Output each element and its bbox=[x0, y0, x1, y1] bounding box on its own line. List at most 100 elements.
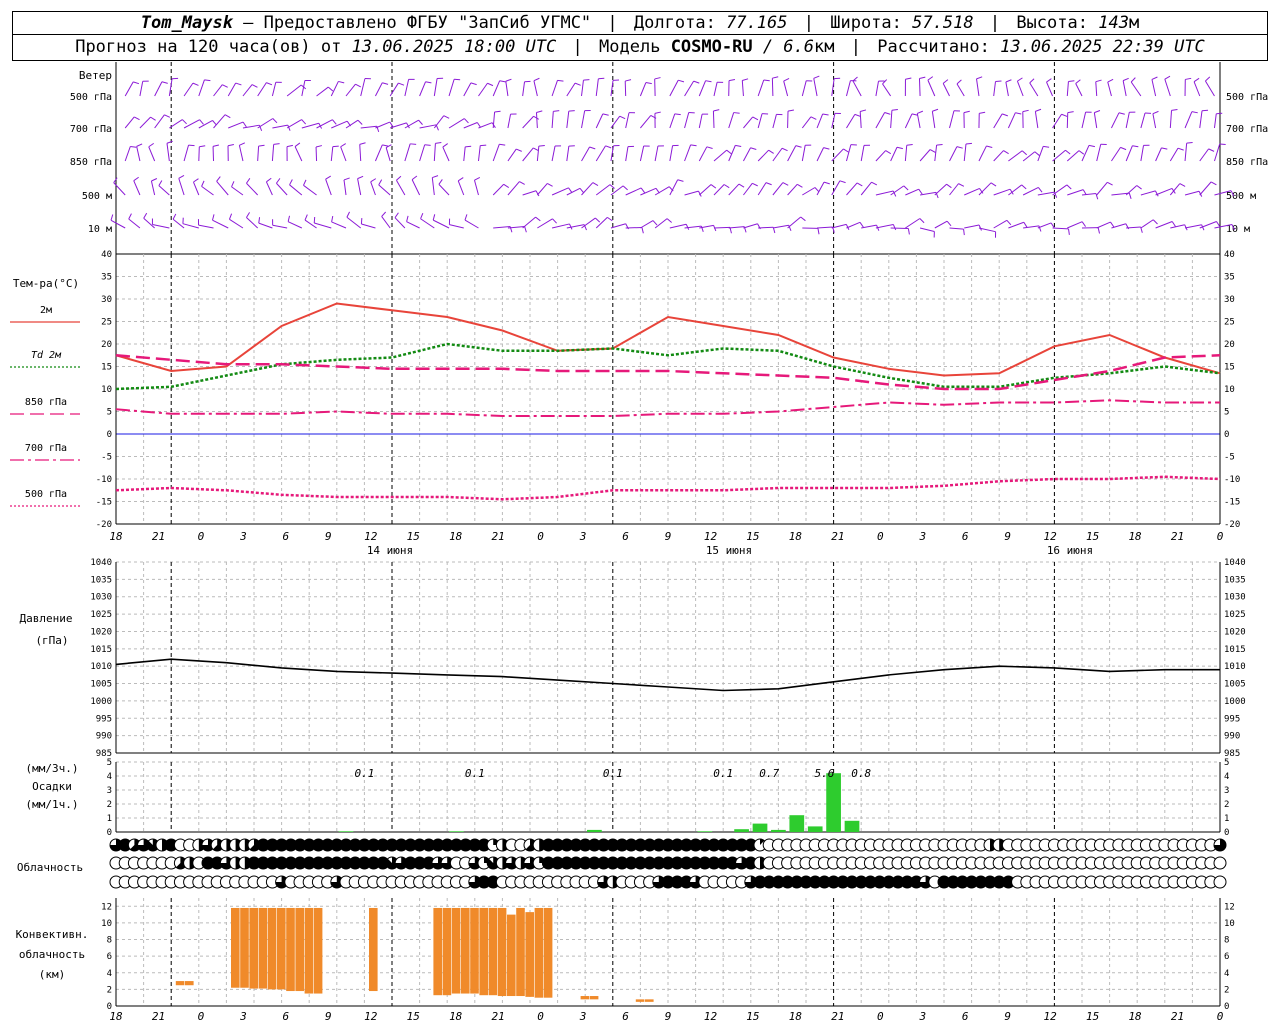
pres-ytick-left: 1020 bbox=[90, 627, 112, 637]
wind-barb-feather bbox=[823, 147, 830, 150]
wind-barb-feather bbox=[823, 181, 830, 185]
wind-barb-feather bbox=[1161, 147, 1168, 150]
wind-barb-feather bbox=[1152, 110, 1159, 115]
wind-barb-feather bbox=[1171, 109, 1178, 111]
wind-barb-feather bbox=[965, 142, 973, 145]
wind-barb-shaft bbox=[463, 122, 478, 129]
wind-barb-feather bbox=[1002, 113, 1008, 117]
wind-barb-feather bbox=[150, 116, 156, 121]
pres-ytick-left: 1025 bbox=[90, 610, 112, 620]
wind-barb-shaft bbox=[1199, 221, 1217, 229]
conv-ytick-right: 0 bbox=[1224, 1002, 1229, 1012]
wind-barb-feather bbox=[1095, 79, 1102, 83]
wind-barb-feather bbox=[1210, 181, 1217, 186]
wind-barb-feather bbox=[199, 145, 206, 148]
wind-barb-feather bbox=[1050, 222, 1055, 229]
wind-barb-shaft bbox=[315, 146, 318, 162]
wind-barb-shaft bbox=[916, 113, 921, 129]
wind-barb-shaft bbox=[193, 181, 200, 196]
wind-barb-shaft bbox=[1096, 221, 1111, 229]
conv-xtick: 12 bbox=[1044, 1010, 1058, 1023]
pres-ytick-left: 1040 bbox=[90, 558, 112, 568]
wind-barb-feather bbox=[398, 82, 405, 86]
wind-barb-feather bbox=[289, 179, 293, 186]
wind-barb-shaft bbox=[289, 184, 303, 196]
temp-ytick-left: -15 bbox=[96, 498, 112, 508]
conv-xtick: 21 bbox=[152, 1010, 165, 1023]
wind-barb-shaft bbox=[713, 184, 725, 196]
temp-ytick-right: -20 bbox=[1224, 520, 1240, 530]
wind-barb-feather bbox=[946, 220, 952, 227]
model-res-unit: км bbox=[814, 37, 835, 57]
conv-xtick: 9 bbox=[1004, 1010, 1011, 1023]
wind-barb-feather bbox=[1034, 151, 1040, 156]
wind-barb-feather bbox=[882, 79, 888, 85]
wind-barb-shaft bbox=[133, 180, 141, 196]
wind-barb-shaft bbox=[1095, 81, 1098, 97]
wind-barb-feather bbox=[645, 82, 652, 85]
temp-legend-label: 500 гПа bbox=[25, 489, 67, 500]
wind-barb-feather bbox=[406, 215, 409, 222]
wind-barb-feather bbox=[979, 111, 986, 114]
wind-barb-shaft bbox=[918, 78, 921, 97]
wind-barb-shaft bbox=[581, 182, 594, 196]
wind-barb-shaft bbox=[419, 124, 437, 129]
wind-barb-shaft bbox=[698, 184, 712, 196]
wind-barb-feather bbox=[338, 80, 345, 84]
alt-unit: м bbox=[1128, 13, 1140, 33]
wind-barb-feather bbox=[166, 140, 173, 144]
pres-ytick-right: 1020 bbox=[1224, 627, 1246, 637]
wind-level-label: 850 гПа bbox=[70, 157, 112, 168]
convective-bar bbox=[313, 907, 323, 994]
temp-ytick-left: 30 bbox=[101, 295, 112, 305]
precip-value-label: 0.1 bbox=[713, 767, 733, 780]
wind-barb-shaft bbox=[124, 116, 135, 129]
wind-barb-shaft bbox=[1029, 82, 1039, 97]
wind-barb-shaft bbox=[713, 226, 731, 229]
pres-ytick-left: 990 bbox=[96, 732, 112, 742]
wind-barb-shaft bbox=[1199, 148, 1210, 162]
convective-bar bbox=[525, 912, 534, 997]
wind-barb-feather bbox=[266, 177, 272, 183]
wind-barb-shaft bbox=[150, 180, 156, 196]
wind-barb-shaft bbox=[1130, 81, 1142, 97]
wind-barb-shaft bbox=[346, 216, 362, 229]
wind-barb-shaft bbox=[139, 116, 151, 129]
temp-ytick-right: 20 bbox=[1224, 340, 1235, 350]
lat-label: Широта: bbox=[830, 13, 902, 33]
wind-barb-shaft bbox=[522, 115, 534, 129]
wind-barb-feather bbox=[158, 180, 163, 186]
wind-barb-feather bbox=[1066, 184, 1072, 190]
wind-barb-feather bbox=[1081, 221, 1086, 227]
wind-barb-feather bbox=[1132, 145, 1139, 148]
wind-barb-shaft bbox=[154, 114, 165, 129]
wind-barb-feather bbox=[568, 187, 573, 194]
wind-barb-shaft bbox=[639, 145, 645, 162]
wind-barb-feather bbox=[1078, 150, 1085, 155]
temp-ytick-left: -20 bbox=[96, 520, 112, 530]
wind-barb-feather bbox=[598, 77, 605, 80]
wind-barb-feather bbox=[286, 144, 293, 148]
temp-xtick: 21 bbox=[1171, 530, 1184, 543]
wind-barb-feather bbox=[535, 216, 541, 222]
wind-barb-feather bbox=[859, 222, 864, 228]
wind-barb-feather bbox=[871, 181, 878, 186]
wind-barb-feather bbox=[1068, 80, 1075, 82]
temp-ytick-left: 15 bbox=[101, 363, 112, 373]
alt-label: Высота: bbox=[1016, 13, 1088, 33]
wind-barb-feather bbox=[442, 143, 448, 148]
wind-barb-feather bbox=[231, 181, 235, 187]
wind-barb-feather bbox=[787, 109, 794, 112]
wind-barb-feather bbox=[258, 144, 265, 147]
wind-barb-shaft bbox=[846, 221, 861, 229]
conv-ylabel-unit: (км) bbox=[39, 968, 66, 981]
wind-barb-feather bbox=[272, 118, 278, 124]
wind-barb-feather bbox=[735, 144, 742, 148]
wind-barb-feather bbox=[843, 148, 849, 153]
precip-bar bbox=[449, 831, 464, 832]
wind-barb-feather bbox=[1035, 108, 1042, 112]
conv-xtick: 15 bbox=[1086, 1010, 1099, 1023]
temp-xtick: 0 bbox=[198, 530, 205, 543]
wind-barb-shaft bbox=[964, 188, 980, 196]
precip-ytick-left: 4 bbox=[107, 772, 112, 782]
